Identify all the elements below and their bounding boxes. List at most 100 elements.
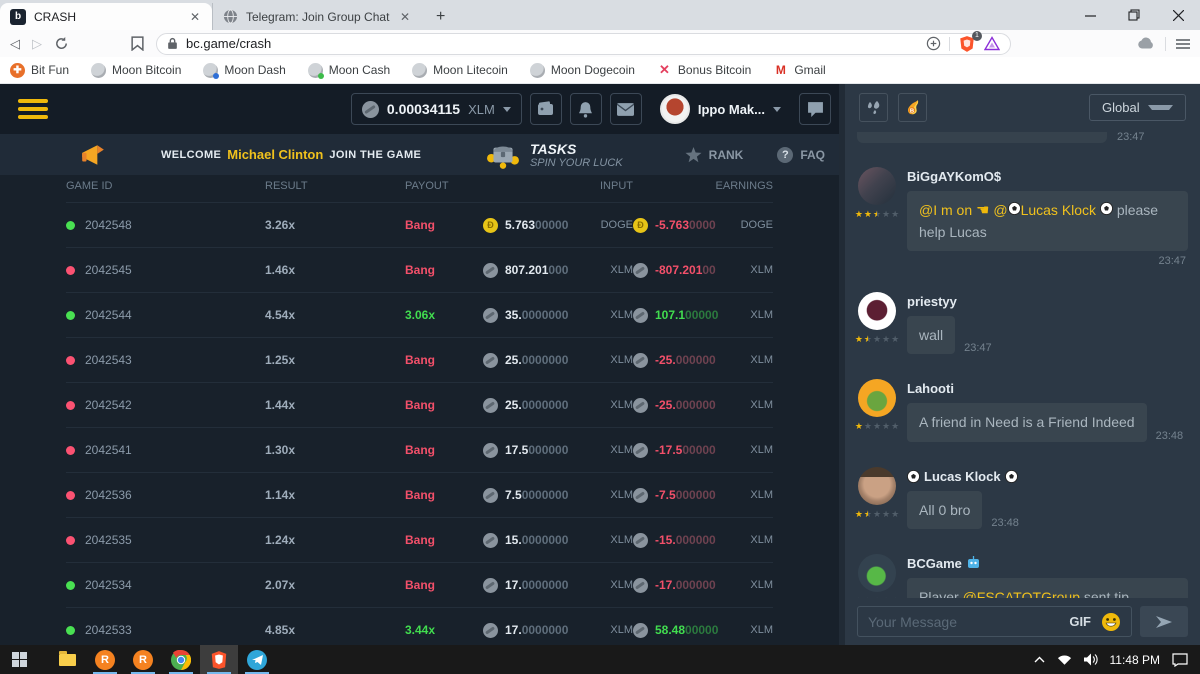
table-row[interactable]: 20425361.14xBang7.50000000XLM-7.5000000X… <box>66 472 773 517</box>
forward-button[interactable]: ▷ <box>32 36 42 52</box>
chat-channel-select[interactable]: Global <box>1089 94 1186 121</box>
table-row[interactable]: 20425421.44xBang25.0000000XLM-25.000000X… <box>66 382 773 427</box>
bookmark-moon-dogecoin[interactable]: Moon Dogecoin <box>530 63 635 78</box>
earnings-cell: 58.4800000XLM <box>633 623 773 638</box>
wifi-icon[interactable] <box>1057 654 1072 666</box>
star-icon: ★ <box>891 597 899 598</box>
send-button[interactable] <box>1140 606 1188 637</box>
coin-drop-button[interactable]: B <box>898 93 927 122</box>
message-bubble: Player @FSCATQTGroup sent tip 0.00006653… <box>907 578 1188 598</box>
tab-telegram[interactable]: Telegram: Join Group Chat ✕ <box>212 3 422 30</box>
back-button[interactable]: ◁ <box>10 36 20 52</box>
notifications-tray-icon[interactable] <box>1172 653 1188 667</box>
earnings-amount: 58.4800000 <box>655 623 718 637</box>
brave-button[interactable] <box>200 645 238 674</box>
game-id-cell: 2042544 <box>66 308 265 322</box>
emoji-button[interactable] <box>1101 612 1121 632</box>
message-input-box[interactable]: GIF <box>857 606 1132 637</box>
rank-link[interactable]: RANK <box>685 147 744 163</box>
circle-plus-icon[interactable] <box>926 36 941 51</box>
browser-menu-icon[interactable] <box>1176 38 1190 50</box>
earnings-amount: 107.100000 <box>655 308 718 322</box>
star-icon: ★ <box>855 335 863 344</box>
bookmark-moon-bitcoin[interactable]: Moon Bitcoin <box>91 63 181 78</box>
input-amount: 5.76300000 <box>505 218 568 232</box>
bookmark-icon[interactable] <box>131 36 144 51</box>
messages-button[interactable] <box>610 93 642 125</box>
red-status-dot <box>66 491 75 500</box>
address-bar[interactable]: bc.game/crash 1 <box>156 33 1011 55</box>
faq-link[interactable]: ? FAQ <box>777 147 825 163</box>
rain-icon <box>866 100 882 115</box>
bookmark-moon-cash[interactable]: Moon Cash <box>308 63 390 78</box>
chat-message: ★★★★★★Lucas KlockAll 0 bro23:48 <box>857 467 1188 529</box>
bat-icon[interactable] <box>984 36 1000 51</box>
table-row[interactable]: 20425483.26xBangĐ5.76300000DOGEĐ-5.76300… <box>66 202 773 247</box>
reload-button[interactable] <box>54 36 69 51</box>
table-row[interactable]: 20425334.85x3.44x17.0000000XLM58.4800000… <box>66 607 773 645</box>
app-r2-button[interactable]: R <box>124 645 162 674</box>
menu-icon[interactable] <box>18 99 48 119</box>
window-minimize-button[interactable] <box>1068 0 1112 30</box>
star-icon: ★ <box>873 510 881 519</box>
table-row[interactable]: 20425431.25xBang25.0000000XLM-25.000000X… <box>66 337 773 382</box>
gif-button[interactable]: GIF <box>1069 614 1091 629</box>
chat-toggle-button[interactable] <box>799 93 831 125</box>
clock[interactable]: 11:48 PM <box>1110 653 1160 667</box>
xlm-coin-icon <box>633 533 648 548</box>
tasks-link[interactable]: TASKS SPIN YOUR LUCK <box>486 141 623 169</box>
balance-selector[interactable]: 0.00034115 XLM <box>351 93 522 125</box>
bookmark-label: Bonus Bitcoin <box>678 63 751 77</box>
notifications-button[interactable] <box>570 93 602 125</box>
table-row[interactable]: 20425351.24xBang15.0000000XLM-15.000000X… <box>66 517 773 562</box>
bookmark-gmail[interactable]: MGmail <box>773 63 825 78</box>
table-row[interactable]: 20425411.30xBang17.5000000XLM-17.500000X… <box>66 427 773 472</box>
chrome-button[interactable] <box>162 645 200 674</box>
file-explorer-button[interactable] <box>48 645 86 674</box>
input-cell: 25.0000000XLM <box>483 398 633 413</box>
new-tab-button[interactable]: + <box>422 3 459 30</box>
window-close-button[interactable] <box>1156 0 1200 30</box>
site-header: 0.00034115 XLM Ippo Mak... <box>0 84 845 134</box>
bookmark-moon-dash[interactable]: Moon Dash <box>203 63 285 78</box>
input-cell: 17.0000000XLM <box>483 623 633 638</box>
xlm-coin-icon <box>633 578 648 593</box>
app-r1-button[interactable]: R <box>86 645 124 674</box>
username-text: priestyy <box>907 294 957 309</box>
rain-button[interactable] <box>859 93 888 122</box>
telegram-button[interactable] <box>238 645 276 674</box>
table-row[interactable]: 20425342.07xBang17.0000000XLM-17.000000X… <box>66 562 773 607</box>
star-rating: ★★★★★★ <box>855 210 899 219</box>
tab-crash[interactable]: b CRASH ✕ <box>0 3 212 30</box>
result-cell: 1.14x <box>265 486 405 504</box>
join-label: JOIN THE GAME <box>329 149 421 161</box>
bookmark-bit-fun[interactable]: ✚Bit Fun <box>10 63 69 78</box>
table-row[interactable]: 20425451.46xBang807.201000XLM-807.20100X… <box>66 247 773 292</box>
table-row[interactable]: 20425444.54x3.06x35.0000000XLM107.100000… <box>66 292 773 337</box>
status-dot <box>318 73 324 79</box>
wallet-button[interactable] <box>530 93 562 125</box>
chevron-up-icon[interactable] <box>1034 656 1045 663</box>
input-currency: XLM <box>610 579 633 591</box>
col-result: RESULT <box>265 180 405 192</box>
bookmark-bonus-bitcoin[interactable]: ✕Bonus Bitcoin <box>657 63 751 78</box>
amount-main: -7.5 <box>655 488 676 502</box>
user-menu[interactable]: Ippo Mak... <box>660 94 781 124</box>
tab-close-icon[interactable]: ✕ <box>398 10 412 24</box>
bookmark-moon-litecoin[interactable]: Moon Litecoin <box>412 63 508 78</box>
profile-cloud-icon[interactable] <box>1137 37 1155 50</box>
brave-shield-icon[interactable]: 1 <box>958 35 976 53</box>
window-restore-button[interactable] <box>1112 0 1156 30</box>
result-cell: 4.54x <box>265 306 405 324</box>
amount-main: 15. <box>505 533 522 547</box>
input-currency: XLM <box>610 624 633 636</box>
game-id-cell: 2042541 <box>66 443 265 457</box>
main-content: 0.00034115 XLM Ippo Mak... <box>0 84 845 645</box>
speaker-icon[interactable] <box>1084 653 1098 666</box>
amount-trailing: 000000 <box>676 353 716 367</box>
input-currency: XLM <box>610 444 633 456</box>
start-button[interactable] <box>0 645 38 674</box>
star-icon: ★ <box>882 335 890 344</box>
tab-close-icon[interactable]: ✕ <box>188 10 202 24</box>
message-input[interactable] <box>868 614 1059 630</box>
